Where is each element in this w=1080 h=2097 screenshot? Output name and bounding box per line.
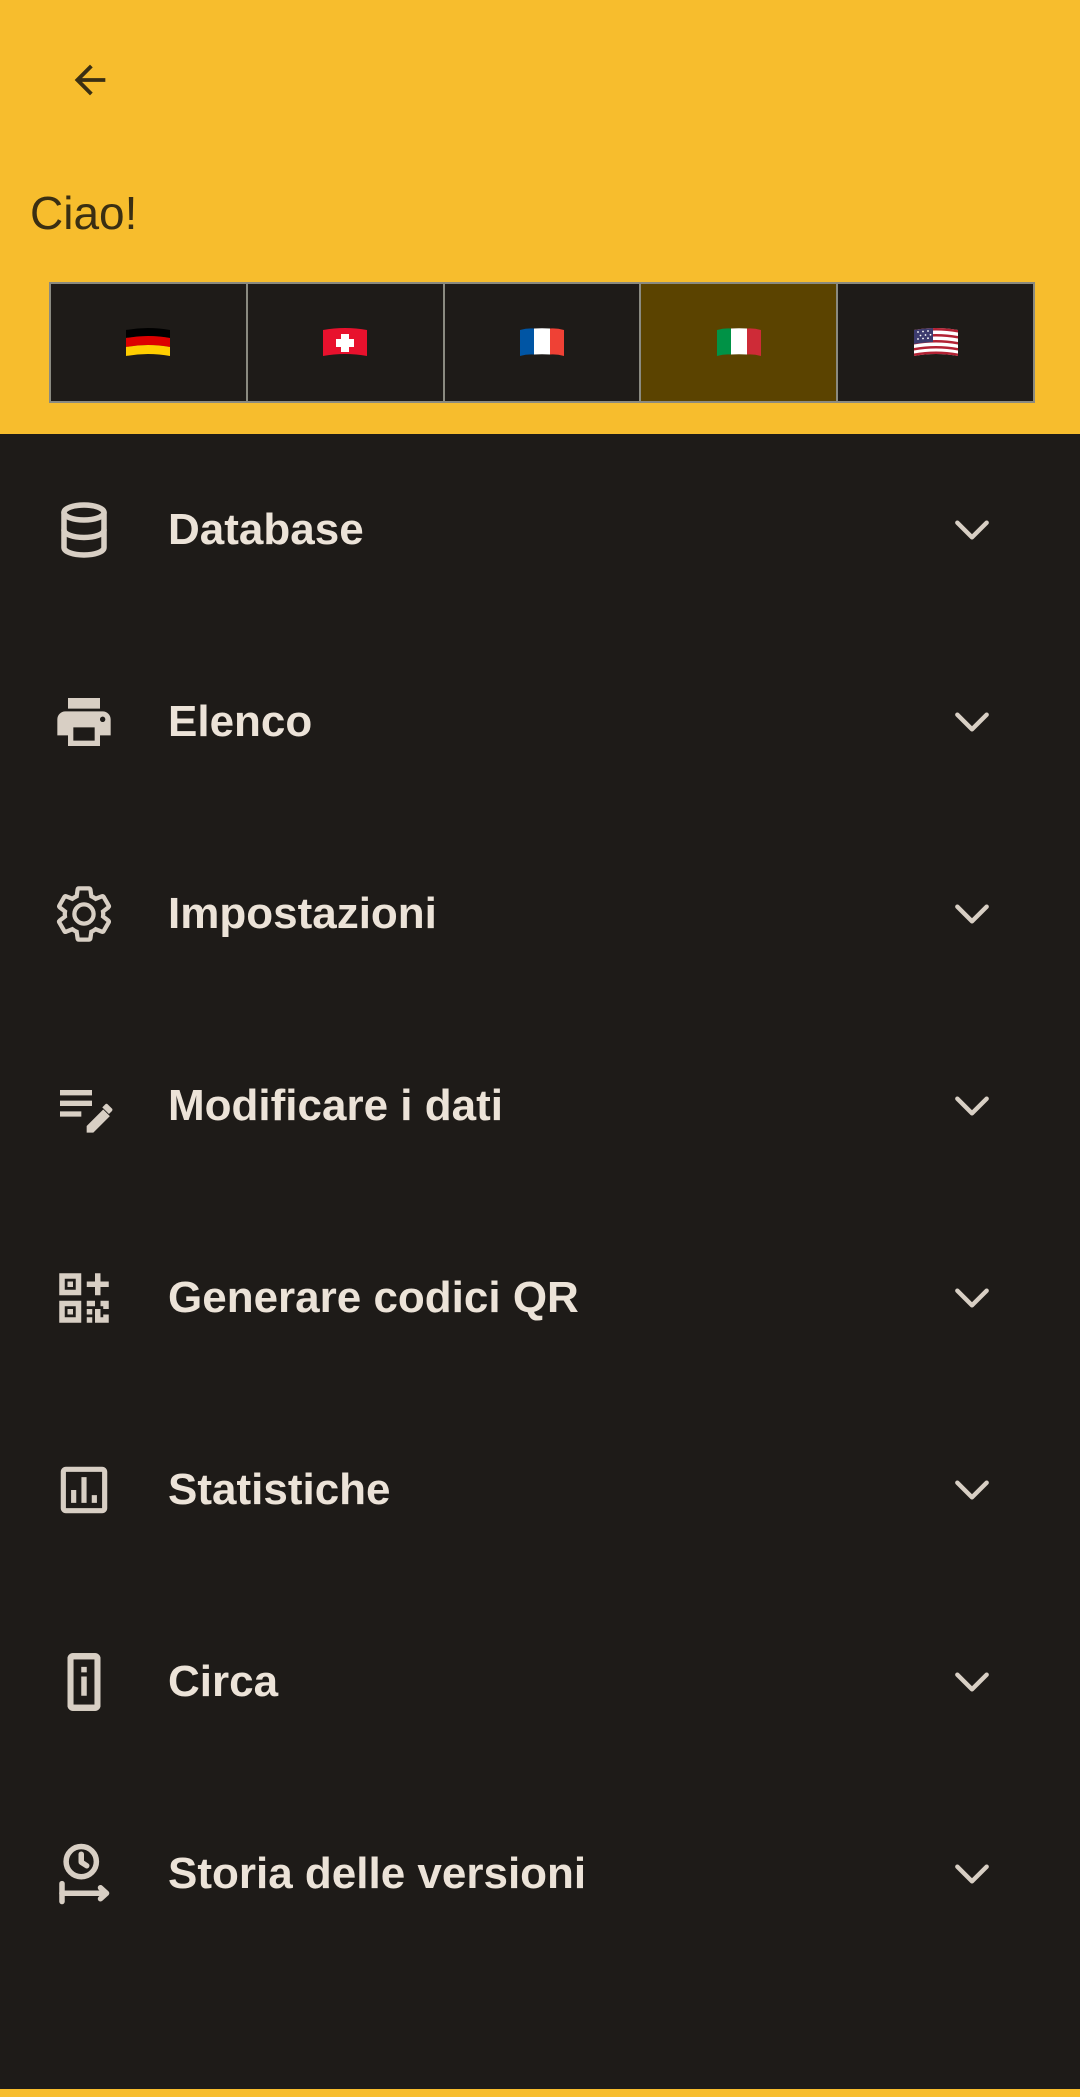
language-selector xyxy=(49,282,1035,403)
menu-item-label: Elenco xyxy=(168,697,313,746)
chevron-down-icon xyxy=(955,1672,989,1692)
menu-item-edit-data[interactable]: Modificare i dati xyxy=(0,1010,1080,1202)
german-flag-icon xyxy=(126,327,171,356)
chevron-down-icon xyxy=(955,520,989,540)
chevron-down-icon xyxy=(955,904,989,924)
drawer-menu: Database Elenco Impostazioni Modificare … xyxy=(0,434,1080,1970)
menu-item-label: Impostazioni xyxy=(168,889,437,938)
printer-icon xyxy=(57,698,111,746)
language-option-swiss[interactable] xyxy=(248,284,445,401)
us-flag-icon xyxy=(913,327,958,356)
menu-item-label: Modificare i dati xyxy=(168,1081,503,1130)
gear-icon xyxy=(56,886,112,942)
database-icon xyxy=(61,502,107,558)
menu-item-label: Statistiche xyxy=(168,1465,391,1514)
menu-item-statistics[interactable]: Statistiche xyxy=(0,1394,1080,1586)
language-option-english-us[interactable] xyxy=(838,284,1033,401)
menu-item-label: Generare codici QR xyxy=(168,1273,579,1322)
bar-chart-icon xyxy=(60,1466,108,1514)
back-button[interactable] xyxy=(50,40,130,120)
qr-code-icon xyxy=(59,1273,109,1323)
swiss-flag-icon xyxy=(323,327,368,356)
language-option-german[interactable] xyxy=(51,284,248,401)
language-option-french[interactable] xyxy=(445,284,642,401)
french-flag-icon xyxy=(519,327,564,356)
chevron-down-icon xyxy=(955,1864,989,1884)
menu-item-about[interactable]: Circa xyxy=(0,1586,1080,1778)
menu-item-version-history[interactable]: Storia delle versioni xyxy=(0,1778,1080,1970)
menu-item-list[interactable]: Elenco xyxy=(0,626,1080,818)
menu-item-database[interactable]: Database xyxy=(0,434,1080,626)
menu-item-settings[interactable]: Impostazioni xyxy=(0,818,1080,1010)
drawer-header: Ciao! xyxy=(0,0,1080,434)
italian-flag-icon xyxy=(716,327,761,356)
edit-note-icon xyxy=(60,1090,113,1133)
info-icon xyxy=(67,1653,101,1711)
greeting-title: Ciao! xyxy=(30,187,138,239)
history-timeline-icon xyxy=(59,1843,110,1905)
menu-item-label: Storia delle versioni xyxy=(168,1849,587,1898)
language-option-italian[interactable] xyxy=(641,284,839,401)
menu-item-generate-qr[interactable]: Generare codici QR xyxy=(0,1202,1080,1394)
menu-item-label: Database xyxy=(168,505,364,554)
bottom-accent-bar xyxy=(0,2089,1080,2097)
chevron-down-icon xyxy=(955,1480,989,1500)
chevron-down-icon xyxy=(955,712,989,732)
menu-item-label: Circa xyxy=(168,1657,279,1706)
chevron-down-icon xyxy=(955,1096,989,1116)
arrow-left-icon xyxy=(74,64,106,96)
chevron-down-icon xyxy=(955,1288,989,1308)
